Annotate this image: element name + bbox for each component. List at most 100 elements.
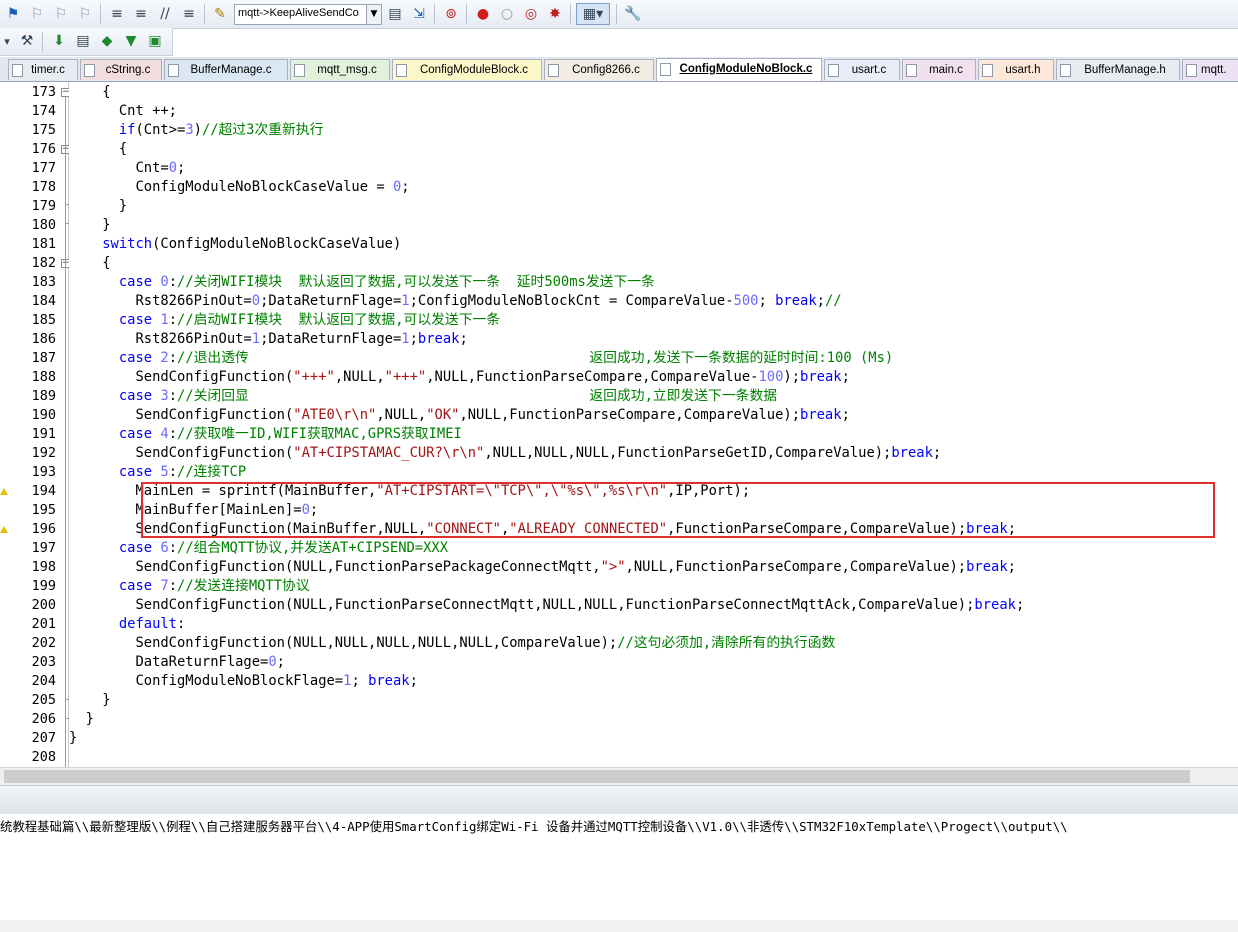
search-icon[interactable]: ⇲	[408, 3, 430, 25]
output-path-line: 统教程基础篇\\最新整理版\\例程\\自己搭建服务器平台\\4-APP使用Sma…	[0, 819, 1068, 834]
code-line: }	[69, 730, 78, 746]
line-number: 203	[31, 654, 56, 670]
line-number: 198	[31, 559, 56, 575]
code-line: ConfigModuleNoBlockCaseValue = 0;	[69, 179, 410, 195]
code-line: default:	[118, 616, 186, 632]
code-line: }	[69, 692, 111, 708]
line-number: 201	[31, 616, 56, 632]
code-line: {	[69, 141, 128, 157]
chevron-down-icon[interactable]: ▼	[366, 5, 381, 24]
code-line: }	[69, 198, 128, 214]
line-number: 187	[31, 350, 56, 366]
code-line: DataReturnFlage=0;	[69, 654, 285, 670]
settings-icon[interactable]: 🔧	[622, 3, 644, 25]
line-number: 207	[31, 730, 56, 746]
tab-configmodulenoblock-c[interactable]: ConfigModuleNoBlock.c	[656, 58, 822, 81]
tab-usart-h[interactable]: usart.h	[978, 59, 1054, 80]
line-number: 190	[31, 407, 56, 423]
line-number: 183	[31, 274, 56, 290]
uncomment-icon[interactable]: ≡	[178, 3, 200, 25]
line-number: 181	[31, 236, 56, 252]
code-line: SendConfigFunction("AT+CIPSTAMAC_CUR?\r\…	[69, 445, 942, 461]
find-in-files-icon[interactable]: ▤	[384, 3, 406, 25]
code-line: {	[69, 84, 111, 100]
code-line: case 2://退出透传 返回成功,发送下一条数据的延时时间:100 (Ms)	[118, 350, 894, 366]
line-number: 186	[31, 331, 56, 347]
line-number: 194	[31, 483, 56, 499]
rebuild-icon[interactable]: ▼	[120, 30, 142, 52]
file-tabs: timer.c cString.c BufferManage.c mqtt_ms…	[0, 57, 1238, 82]
code-line: SendConfigFunction(NULL,NULL,NULL,NULL,N…	[69, 635, 836, 651]
code-line: case 6://组合MQTT协议,并发送AT+CIPSEND=XXX	[118, 540, 449, 556]
target-combo-value: mqtt->KeepAliveSendCo	[238, 7, 359, 19]
indent-icon[interactable]: ≡	[106, 3, 128, 25]
code-line: case 0://关闭WIFI模块 默认返回了数据,可以发送下一条 延时500m…	[118, 274, 655, 290]
tab-configmoduleblock-c[interactable]: ConfigModuleBlock.c	[392, 59, 542, 80]
panel-splitter[interactable]	[0, 785, 1238, 815]
breakpoint-kill-all-icon[interactable]: ✸	[544, 3, 566, 25]
code-line: SendConfigFunction(NULL,FunctionParsePac…	[69, 559, 1016, 575]
comment-icon[interactable]: //	[154, 3, 176, 25]
code-editor[interactable]: { Cnt ++; if(Cnt>=3)//超过3次重新执行 { Cnt=0; …	[69, 82, 1238, 767]
tab-cstring-c[interactable]: cString.c	[80, 59, 162, 80]
line-number: 197	[31, 540, 56, 556]
line-number: 178	[31, 179, 56, 195]
tab-mqtt[interactable]: mqtt.	[1182, 59, 1238, 80]
load-icon[interactable]: ▤	[72, 30, 94, 52]
build-toolbar: ▾ ⚒ ⬇ ▤ ◆ ▼ ▣	[0, 28, 173, 56]
code-line: case 3://关闭回显 返回成功,立即发送下一条数据	[118, 388, 778, 404]
breakpoint-icon[interactable]: ●	[472, 3, 494, 25]
download-icon[interactable]: ⬇	[48, 30, 70, 52]
code-line: ConfigModuleNoBlockFlage=1; break;	[69, 673, 418, 689]
batch-build-icon[interactable]: ▣	[144, 30, 166, 52]
warning-icon	[0, 488, 8, 495]
unindent-icon[interactable]: ≡	[130, 3, 152, 25]
tab-buffermanage-h[interactable]: BufferManage.h	[1056, 59, 1180, 80]
tab-buffermanage-c[interactable]: BufferManage.c	[164, 59, 288, 80]
tab-config8266-c[interactable]: Config8266.c	[544, 59, 654, 80]
build-icon[interactable]: ⚒	[16, 30, 38, 52]
line-number: 206	[31, 711, 56, 727]
tab-timer-c[interactable]: timer.c	[8, 59, 78, 80]
scrollbar-thumb[interactable]	[4, 770, 1190, 783]
tab-usart-c[interactable]: usart.c	[824, 59, 900, 80]
code-line: case 7://发送连接MQTT协议	[118, 578, 310, 594]
line-number: 180	[31, 217, 56, 233]
bookmark-prev-icon[interactable]: ⚐	[26, 3, 48, 25]
highlight-box	[141, 482, 1215, 538]
target-combo[interactable]: mqtt->KeepAliveSendCo ▼	[234, 4, 382, 25]
line-number: 188	[31, 369, 56, 385]
code-line: Rst8266PinOut=1;DataReturnFlage=1;break;	[69, 331, 468, 347]
debug-icon[interactable]: ⊚	[440, 3, 462, 25]
code-line: }	[69, 711, 94, 727]
code-line: Rst8266PinOut=0;DataReturnFlage=1;Config…	[69, 293, 842, 309]
breakpoint-kill-icon[interactable]: ◎	[520, 3, 542, 25]
code-line: Cnt ++;	[69, 103, 177, 119]
line-number: 189	[31, 388, 56, 404]
horizontal-scrollbar[interactable]	[0, 767, 1238, 785]
line-number: 177	[31, 160, 56, 176]
code-line: case 5://连接TCP	[118, 464, 247, 480]
bookmark-clear-icon[interactable]: ⚐	[74, 3, 96, 25]
tab-mqtt-msg-c[interactable]: mqtt_msg.c	[290, 59, 390, 80]
open-file-icon[interactable]: ✎	[209, 3, 231, 25]
code-line: case 4://获取唯一ID,WIFI获取MAC,GPRS获取IMEI	[118, 426, 462, 442]
line-number: 176	[31, 141, 56, 157]
line-number: 182	[31, 255, 56, 271]
translate-icon[interactable]: ◆	[96, 30, 118, 52]
code-line: case 1://启动WIFI模块 默认返回了数据,可以发送下一条	[118, 312, 501, 328]
flag-icon[interactable]: ⚑	[2, 3, 24, 25]
warning-icon	[0, 526, 8, 533]
bookmark-next-icon[interactable]: ⚐	[50, 3, 72, 25]
code-line: SendConfigFunction("+++",NULL,"+++",NULL…	[69, 369, 850, 385]
line-number: 179	[31, 198, 56, 214]
code-line: }	[69, 217, 111, 233]
code-line: Cnt=0;	[69, 160, 186, 176]
line-number: 185	[31, 312, 56, 328]
line-number: 196	[31, 521, 56, 537]
tab-main-c[interactable]: main.c	[902, 59, 976, 80]
windows-icon[interactable]: ▦▾	[576, 3, 610, 25]
line-number: 205	[31, 692, 56, 708]
line-number: 191	[31, 426, 56, 442]
breakpoint-disable-icon[interactable]: ○	[496, 3, 518, 25]
